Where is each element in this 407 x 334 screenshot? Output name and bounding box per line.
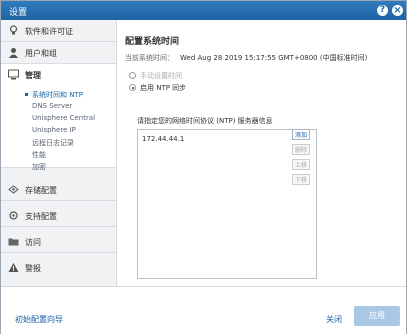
selected-bullet xyxy=(25,93,28,96)
sidebar-item-label: 访问 xyxy=(25,238,41,247)
subitem-unisphere-ip[interactable]: Unisphere IP xyxy=(32,126,76,134)
page-title: 配置系统时间 xyxy=(125,37,180,47)
current-time-label: 当前系统时间： xyxy=(125,54,174,62)
sidebar-item-storage-config[interactable]: 存储配置 xyxy=(1,179,116,201)
dialog-footer: 初始配置向导 关闭 应用 xyxy=(1,286,406,334)
settings-dialog: 设置 ? × 软件和许可证 用户和组 管理 系统时间和 NTP DNS Serv… xyxy=(0,0,407,334)
user-icon xyxy=(8,47,19,58)
main-content: 配置系统时间 当前系统时间： Wed Aug 28 2019 15:17:55 … xyxy=(117,20,406,286)
sidebar-item-management[interactable]: 管理 系统时间和 NTP DNS Server Unisphere Centra… xyxy=(1,64,116,171)
radio-ntp-sync-label: 启用 NTP 同步 xyxy=(140,84,187,92)
sidebar-item-alerts[interactable]: 警报 xyxy=(1,257,116,279)
delete-button[interactable]: 删除 xyxy=(292,144,310,155)
subitem-system-time-ntp[interactable]: 系统时间和 NTP xyxy=(32,90,83,100)
sidebar-item-label: 用户和组 xyxy=(25,49,57,58)
subitem-performance[interactable]: 性能 xyxy=(32,150,46,160)
management-icon xyxy=(8,69,19,80)
support-config-icon xyxy=(8,210,19,221)
apply-button[interactable]: 应用 xyxy=(354,306,400,326)
current-time-value: Wed Aug 28 2019 15:17:55 GMT+0800 (中国标准时… xyxy=(180,54,368,62)
subitem-unisphere-central[interactable]: Unisphere Central xyxy=(32,114,95,122)
radio-manual-time[interactable] xyxy=(129,72,136,79)
warning-icon xyxy=(8,262,19,273)
add-button[interactable]: 添加 xyxy=(292,129,310,140)
subitem-dns-server[interactable]: DNS Server xyxy=(32,102,72,110)
title-bar: 设置 ? × xyxy=(1,1,406,20)
dialog-title: 设置 xyxy=(9,8,28,18)
initial-config-wizard-link[interactable]: 初始配置向导 xyxy=(15,314,63,325)
list-item[interactable]: 172.44.44.1 xyxy=(142,135,184,143)
sidebar-item-users-groups[interactable]: 用户和组 xyxy=(1,42,116,64)
sidebar-item-label: 管理 xyxy=(25,71,41,80)
lightbulb-icon xyxy=(8,25,19,36)
sidebar-item-label: 存储配置 xyxy=(25,186,57,195)
radio-ntp-sync[interactable] xyxy=(129,84,136,91)
sidebar-item-label: 警报 xyxy=(25,264,41,273)
subitem-encryption[interactable]: 加密 xyxy=(32,162,46,172)
settings-sidebar: 软件和许可证 用户和组 管理 系统时间和 NTP DNS Server Unis… xyxy=(1,20,117,286)
move-down-button[interactable]: 下移 xyxy=(292,174,310,185)
close-icon[interactable]: × xyxy=(392,5,403,16)
sidebar-item-access[interactable]: 访问 xyxy=(1,231,116,253)
move-up-button[interactable]: 上移 xyxy=(292,159,310,170)
folder-icon xyxy=(8,236,19,247)
storage-config-icon xyxy=(8,184,19,195)
ntp-server-list[interactable]: 172.44.44.1 xyxy=(137,129,317,279)
ntp-info-label: 请指定您的网络时间协议 (NTP) 服务器信息 xyxy=(137,117,273,125)
help-icon[interactable]: ? xyxy=(377,5,388,16)
sidebar-item-label: 支持配置 xyxy=(25,212,57,221)
sidebar-item-support-config[interactable]: 支持配置 xyxy=(1,205,116,227)
close-button[interactable]: 关闭 xyxy=(326,314,342,325)
sidebar-item-software-license[interactable]: 软件和许可证 xyxy=(1,20,116,42)
subitem-remote-logging[interactable]: 远程日志记录 xyxy=(32,138,74,148)
radio-manual-time-label: 手动设置时间 xyxy=(140,72,182,80)
sidebar-item-label: 软件和许可证 xyxy=(25,27,73,36)
